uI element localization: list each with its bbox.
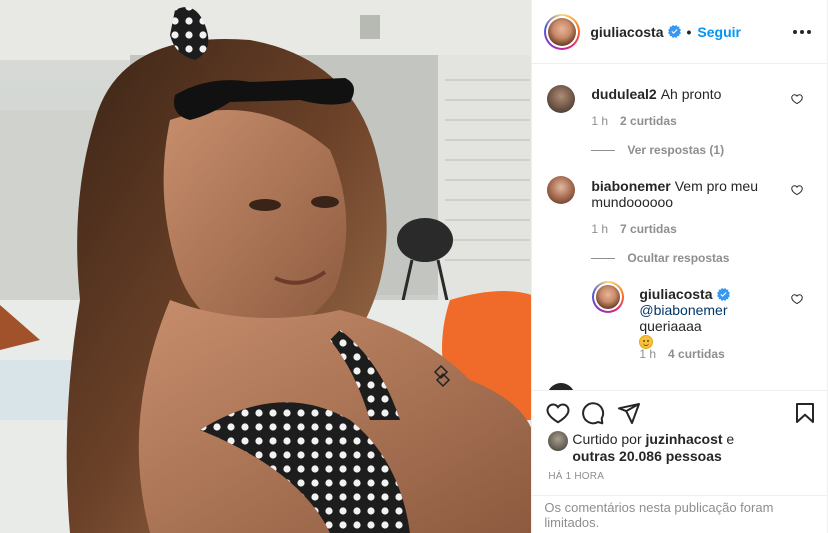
liked-by-prefix: Curtido por xyxy=(572,431,642,447)
post-photo-illustration xyxy=(0,0,532,533)
post-timestamp[interactable]: HÁ 1 HORA xyxy=(548,471,604,482)
reply-text: queriaaaa xyxy=(639,318,702,334)
separator-dot: • xyxy=(686,23,692,40)
post-actions-section: Curtido por juzinhacost e outras 20.086 … xyxy=(532,390,827,533)
reply-body: giuliacosta @biabonemer queriaaaa xyxy=(639,286,789,350)
comment-time[interactable]: 1 h xyxy=(591,114,608,128)
reply-likes[interactable]: 4 curtidas xyxy=(668,347,725,361)
reply-like-heart-icon[interactable] xyxy=(791,293,803,305)
reply-avatar[interactable] xyxy=(592,281,625,313)
author-username[interactable]: giuliacosta xyxy=(590,24,663,40)
comment-avatar[interactable] xyxy=(547,176,576,204)
verified-badge-icon xyxy=(667,25,681,38)
liked-by-middle: e xyxy=(726,431,735,447)
comment-bubble-icon[interactable] xyxy=(581,401,605,425)
comment-avatar-partial xyxy=(547,383,576,390)
reply-time[interactable]: 1 h xyxy=(639,347,656,361)
save-bookmark-icon[interactable] xyxy=(793,401,817,425)
instagram-post: giuliacosta • Seguir duduleal2 Ah pronto … xyxy=(0,0,828,533)
liked-by-others[interactable]: outras 20.086 pessoas xyxy=(572,448,721,464)
comment-time[interactable]: 1 h xyxy=(591,222,608,236)
more-options-icon[interactable] xyxy=(793,29,811,34)
comment-meta: 1 h 2 curtidas xyxy=(591,114,676,128)
action-bar xyxy=(546,399,817,427)
comment-likes[interactable]: 7 curtidas xyxy=(620,222,677,236)
reply-mention-link[interactable]: @biabonemer xyxy=(639,302,727,318)
share-paper-plane-icon[interactable] xyxy=(617,401,641,425)
liked-by-user[interactable]: juzinhacost xyxy=(646,431,723,447)
post-header: giuliacosta • Seguir xyxy=(532,0,827,64)
liked-by-text: Curtido por juzinhacost e outras 20.086 … xyxy=(572,431,734,465)
follow-button[interactable]: Seguir xyxy=(697,24,741,40)
comment-body: biabonemer Vem pro meu mundoooooo xyxy=(591,178,781,210)
like-heart-icon[interactable] xyxy=(546,401,570,425)
comment-meta: 1 h 7 curtidas xyxy=(591,222,676,236)
comment-avatar[interactable] xyxy=(547,85,576,113)
comment-body: duduleal2 Ah pronto xyxy=(591,86,781,102)
comment-username[interactable]: biabonemer xyxy=(591,178,670,194)
author-avatar[interactable] xyxy=(544,13,581,50)
reply-meta: 1 h 4 curtidas xyxy=(639,347,724,361)
reply-username[interactable]: giuliacosta xyxy=(639,286,712,302)
hide-replies-button[interactable]: Ocultar respostas xyxy=(591,251,729,265)
comments-list: duduleal2 Ah pronto 1 h 2 curtidas Ver res… xyxy=(532,65,827,390)
comments-limited-notice: Os comentários nesta publicação foram li… xyxy=(532,495,827,533)
comment-username[interactable]: duduleal2 xyxy=(591,86,656,102)
comment-likes[interactable]: 2 curtidas xyxy=(620,114,677,128)
comment-like-heart-icon[interactable] xyxy=(791,184,803,196)
verified-badge-icon xyxy=(716,288,730,301)
liker-avatar[interactable] xyxy=(548,431,569,451)
comment-text: Ah pronto xyxy=(660,86,722,102)
comment-like-heart-icon[interactable] xyxy=(791,93,803,105)
post-photo[interactable] xyxy=(0,0,532,533)
post-sidebar: giuliacosta • Seguir duduleal2 Ah pronto … xyxy=(531,0,827,533)
liked-by-summary: Curtido por juzinhacost e outras 20.086 … xyxy=(548,431,813,465)
view-replies-button[interactable]: Ver respostas (1) xyxy=(591,143,724,157)
